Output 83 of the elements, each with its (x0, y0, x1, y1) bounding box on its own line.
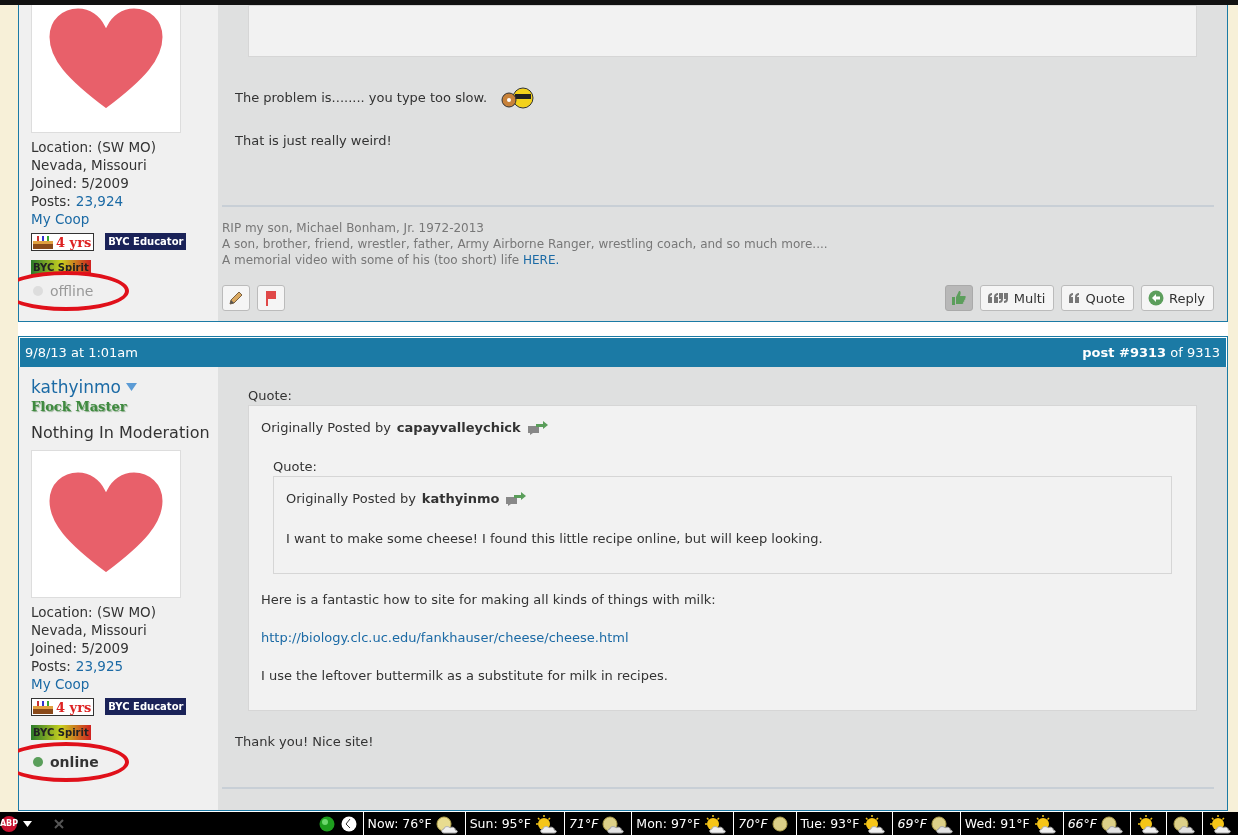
weather-text: 66°F (1067, 816, 1097, 831)
globe-icon (318, 815, 335, 832)
quoted-username: kathyinmo (421, 490, 500, 508)
quoted-username: capayvalleychick (396, 419, 521, 437)
quote-label: Quote: (273, 458, 318, 476)
weather-text: 69°F (897, 816, 927, 831)
moon-cloud-icon (1099, 813, 1124, 834)
profile-info: Location: (SW MO) (31, 138, 157, 156)
profile-info: Nevada, Missouri (31, 621, 148, 639)
weather-text: Wed: 91°F (964, 816, 1030, 831)
attribution-text: Originally Posted by (261, 419, 391, 437)
signature-text: A son, brother, friend, wrestler, father, Army Airborne Ranger, wrestling coach, and so much more.... (222, 236, 829, 252)
flag-icon (264, 290, 278, 306)
sun-cloud-icon (533, 813, 558, 834)
view-post-icon[interactable] (505, 491, 528, 507)
quote-button[interactable]: Quote (1061, 285, 1134, 311)
moon-cloud-icon (433, 813, 459, 834)
spirit-badge: BYC Spirit (31, 725, 91, 740)
profile-info: Joined: 5/2009 (31, 174, 130, 192)
url-link[interactable]: http://biology.clc.uc.edu/fankhauser/cheese/cheese.html (261, 628, 629, 648)
moon-cloud-icon (600, 813, 626, 834)
weather-text: Mon: 97°F (636, 816, 701, 831)
post-text: Thank you! Nice site! (235, 733, 374, 751)
pencil-icon (228, 290, 244, 306)
moon-icon (769, 813, 790, 834)
posts-count-link[interactable]: 23,925 (75, 658, 124, 674)
username-link[interactable]: kathyinmo (31, 377, 121, 397)
posts-label: Posts: (31, 193, 71, 209)
post-text: The problem is........ you type too slow. (235, 89, 488, 107)
weather-text: 71°F (569, 816, 599, 831)
sun-cloud-icon (1135, 813, 1160, 834)
post-text: I use the leftover buttermilk as a substitute for milk in recipes. (261, 667, 668, 685)
close-icon (54, 818, 64, 829)
educator-badge: BYC Educator (105, 698, 187, 715)
user-motto: Nothing In Moderation (31, 423, 210, 442)
report-button[interactable] (257, 285, 285, 311)
multi-quote-button[interactable]: Multi (979, 285, 1055, 311)
moon-cloud-icon (928, 813, 954, 834)
user-title: Flock Master (31, 399, 127, 414)
my-coop-link[interactable]: My Coop (31, 675, 90, 693)
sun-cloud-icon (861, 813, 887, 834)
view-post-icon[interactable] (526, 420, 549, 436)
post-date: 9/8/13 at 1:01am (25, 345, 138, 360)
quote-label: Quote: (248, 387, 293, 405)
clock-icon (340, 815, 357, 832)
cake-icon (32, 700, 54, 714)
status-text: online (50, 754, 99, 770)
quote-marks-icon (986, 292, 1009, 304)
signature-text: A memorial video with some of his (too short) life HERE. (222, 252, 561, 268)
years-text: 4 yrs (56, 699, 92, 715)
profile-info: Location: (SW MO) (31, 603, 157, 621)
edit-button[interactable] (222, 285, 250, 311)
post-text: That is just really weird! (235, 132, 392, 150)
attribution-text: Originally Posted by (286, 490, 416, 508)
thumbs-up-icon (950, 290, 967, 306)
post-text: Here is a fantastic how to site for making all kinds of things with milk: (261, 591, 716, 609)
my-coop-link[interactable]: My Coop (31, 210, 90, 228)
cake-icon (32, 235, 54, 249)
signature-link[interactable]: HERE. (522, 253, 560, 267)
weather-text: Now: 76°F (367, 816, 432, 831)
moon-cloud-icon (1171, 813, 1196, 834)
educator-badge: BYC Educator (105, 233, 187, 250)
status-text: offline (50, 283, 94, 299)
profile-info: Joined: 5/2009 (31, 639, 130, 657)
post-text: I want to make some cheese! I found this little recipe online, but will keep looking. (286, 530, 823, 548)
years-text: 4 yrs (56, 234, 92, 250)
arrow-circle-icon (1148, 290, 1164, 306)
post-number-link[interactable]: post #9313 of 9313 (1082, 345, 1220, 360)
signature-text: RIP my son, Michael Bonham, Jr. 1972-2013 (222, 220, 485, 236)
sun-cloud-icon (1207, 813, 1232, 834)
smiley-icon (499, 86, 536, 110)
weather-text: 70°F (738, 816, 768, 831)
quote-marks-icon (1068, 292, 1081, 304)
caret-icon (125, 383, 137, 391)
weather-text: Sun: 95°F (469, 816, 531, 831)
reply-button[interactable]: Reply (1141, 285, 1214, 311)
sun-cloud-icon (702, 813, 728, 834)
posts-label: Posts: (31, 658, 71, 674)
like-button[interactable] (944, 285, 973, 311)
weather-text: Tue: 93°F (800, 816, 860, 831)
profile-info: Nevada, Missouri (31, 156, 148, 174)
dropdown-caret-icon (23, 820, 32, 827)
posts-count-link[interactable]: 23,924 (75, 193, 124, 209)
